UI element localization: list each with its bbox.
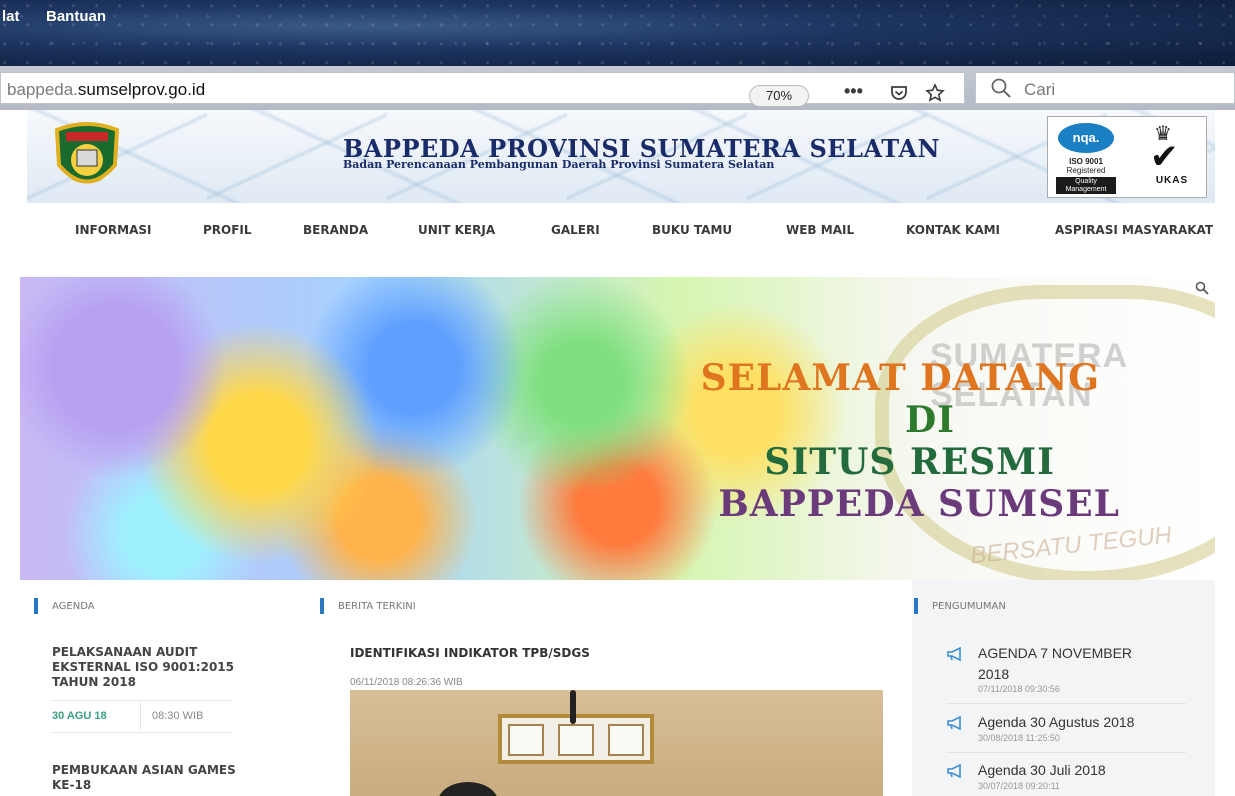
- agenda-section-marker: [34, 598, 38, 614]
- divider: [946, 703, 1186, 704]
- nav-galeri[interactable]: GALERI: [551, 223, 600, 237]
- news-timestamp: 06/11/2018 08:26:36 WIB: [350, 677, 463, 688]
- agenda-item-title[interactable]: PEMBUKAAN ASIAN GAMES KE-18: [52, 763, 262, 793]
- megaphone-icon: [946, 646, 964, 667]
- megaphone-icon: [946, 763, 964, 784]
- announcement-date: 30/07/2018 09:20:11: [978, 781, 1060, 791]
- address-bar[interactable]: bappeda.sumselprov.go.id 70% •••: [0, 72, 965, 107]
- nav-beranda[interactable]: BERANDA: [303, 223, 368, 237]
- news-label: BERITA TERKINI: [338, 601, 416, 612]
- welcome-line-2: DI: [904, 399, 955, 441]
- url-text: bappeda.sumselprov.go.id: [7, 80, 206, 99]
- announcement-title[interactable]: Agenda 30 Juli 2018: [978, 762, 1106, 778]
- welcome-line-4: BAPPEDA SUMSEL: [718, 483, 1120, 525]
- news-photo[interactable]: [350, 690, 883, 796]
- photo-frame: [498, 714, 654, 764]
- quality-management-label: Quality Management: [1056, 177, 1116, 194]
- agenda-item-time: 08:30 WIB: [152, 710, 204, 722]
- nav-aspirasi-masyarakat[interactable]: ASPIRASI MASYARAKAT: [1055, 223, 1213, 237]
- divider: [140, 702, 141, 730]
- divider: [946, 752, 1186, 753]
- announcement-title[interactable]: AGENDA 7 NOVEMBER: [978, 645, 1132, 661]
- announcement-title[interactable]: Agenda 30 Agustus 2018: [978, 714, 1134, 730]
- agenda-item-date: 30 AGU 18: [52, 710, 107, 722]
- site-subtitle: Badan Perencanaan Pembangunan Daerah Pro…: [343, 158, 775, 171]
- search-icon[interactable]: [1195, 281, 1209, 298]
- menu-item-lihat[interactable]: lat: [2, 8, 20, 25]
- agenda-item-title[interactable]: PELAKSANAAN AUDIT EKSTERNAL ISO 9001:201…: [52, 645, 262, 690]
- nav-web-mail[interactable]: WEB MAIL: [786, 223, 854, 237]
- site-header: BAPPEDA PROVINSI SUMATERA SELATAN Badan …: [27, 110, 1215, 203]
- certification-logos: nqa. ISO 9001 Registered Quality Managem…: [1047, 116, 1207, 198]
- nav-unit-kerja[interactable]: UNIT KERJA: [418, 223, 495, 237]
- news-section-marker: [320, 598, 324, 614]
- more-icon[interactable]: •••: [844, 81, 863, 102]
- welcome-line-3: SITUS RESMI: [764, 441, 1055, 483]
- announcement-date: 30/08/2018 11:25:50: [978, 733, 1060, 743]
- welcome-banner: SUMATERA SELATAN BERSATU TEGUH SELAMAT D…: [20, 277, 1215, 580]
- menu-item-bantuan[interactable]: Bantuan: [46, 8, 106, 25]
- news-title[interactable]: IDENTIFIKASI INDIKATOR TPB/SDGS: [350, 646, 590, 660]
- announcements-section-marker: [914, 598, 918, 614]
- zoom-level-badge[interactable]: 70%: [749, 85, 809, 107]
- nav-profil[interactable]: PROFIL: [203, 223, 252, 237]
- megaphone-icon: [946, 715, 964, 736]
- agenda-label: AGENDA: [52, 601, 95, 612]
- nqa-logo: nqa.: [1058, 123, 1114, 153]
- bookmark-star-icon[interactable]: [925, 83, 945, 108]
- search-icon: [990, 77, 1012, 105]
- browser-toolbar: bappeda.sumselprov.go.id 70% ••• Cari: [0, 66, 1235, 110]
- checkmark-icon: ✔: [1150, 138, 1179, 176]
- announcement-date: 07/11/2018 09:30:56: [978, 684, 1060, 694]
- nav-informasi[interactable]: INFORMASI: [75, 223, 151, 237]
- browser-menubar: lat Bantuan: [0, 0, 1235, 66]
- welcome-line-1: SELAMAT DATANG: [700, 357, 1100, 399]
- nav-buku-tamu[interactable]: BUKU TAMU: [652, 223, 732, 237]
- divider: [52, 700, 232, 701]
- ukas-logo-text: UKAS: [1155, 175, 1189, 186]
- search-placeholder: Cari: [1024, 80, 1056, 99]
- pocket-icon[interactable]: [889, 83, 909, 108]
- browser-search-field[interactable]: Cari: [975, 72, 1235, 104]
- nav-kontak-kami[interactable]: KONTAK KAMI: [906, 223, 1000, 237]
- announcement-title-cont[interactable]: 2018: [978, 666, 1009, 682]
- sumsel-emblem-logo[interactable]: [52, 120, 122, 195]
- announcements-label: PENGUMUMAN: [932, 601, 1006, 612]
- iso-text: ISO 9001 Registered: [1066, 157, 1106, 175]
- divider: [52, 732, 232, 733]
